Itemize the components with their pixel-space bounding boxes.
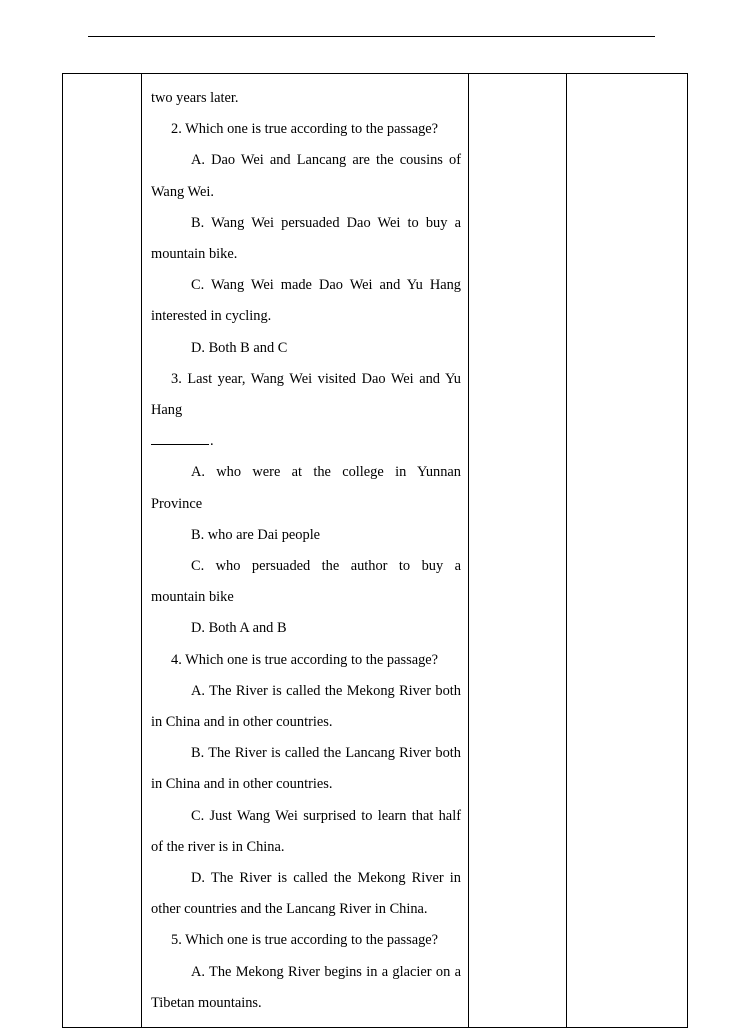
question-line: 2. Which one is true according to the pa…: [171, 121, 439, 138]
question-line: two years later.: [151, 90, 239, 106]
fill-in-blank[interactable]: [151, 432, 209, 446]
question-line: B. Wang Wei persuaded Dao Wei to buy a m…: [151, 214, 465, 263]
question-line: .: [151, 426, 461, 457]
question-line-text: .: [210, 433, 214, 450]
document-page: two years later. 2. Which one is true acc…: [0, 0, 745, 1032]
question-line: D. The River is called the Mekong River …: [151, 870, 465, 918]
question-line: 5. Which one is true according to the pa…: [171, 932, 439, 949]
question-line: A. The River is called the Mekong River …: [151, 682, 465, 731]
table-cell-notes-b[interactable]: [468, 72, 567, 1029]
question-line: 3. Last year, Wang Wei visited Dao Wei a…: [151, 370, 465, 419]
question-line: A. The Mekong River begins in a glacier …: [151, 963, 465, 1011]
question-line: A. who were at the college in Yunnan Pro…: [151, 464, 465, 512]
reading-comprehension-questions: two years later. 2. Which one is true acc…: [142, 74, 468, 1027]
question-line: C. who persuaded the author to buy a mou…: [151, 558, 465, 606]
table-cell-content[interactable]: two years later. 2. Which one is true acc…: [141, 72, 469, 1029]
question-line: D. Both A and B: [191, 620, 287, 637]
question-line: C. Just Wang Wei surprised to learn that…: [151, 807, 465, 855]
question-line: B. who are Dai people: [191, 526, 321, 543]
question-line: 4. Which one is true according to the pa…: [171, 651, 439, 668]
header-rule: [88, 36, 655, 37]
question-line: A. Dao Wei and Lancang are the cousins o…: [151, 152, 465, 200]
table-row: two years later. 2. Which one is true acc…: [62, 72, 688, 1029]
table-cell-label[interactable]: [62, 72, 142, 1029]
table-cell-notes-c[interactable]: [566, 72, 688, 1029]
question-line: C. Wang Wei made Dao Wei and Yu Hang int…: [151, 277, 465, 325]
lesson-plan-table: two years later. 2. Which one is true acc…: [62, 72, 688, 1029]
question-line: D. Both B and C: [191, 339, 288, 356]
question-line: B. The River is called the Lancang River…: [151, 745, 465, 793]
